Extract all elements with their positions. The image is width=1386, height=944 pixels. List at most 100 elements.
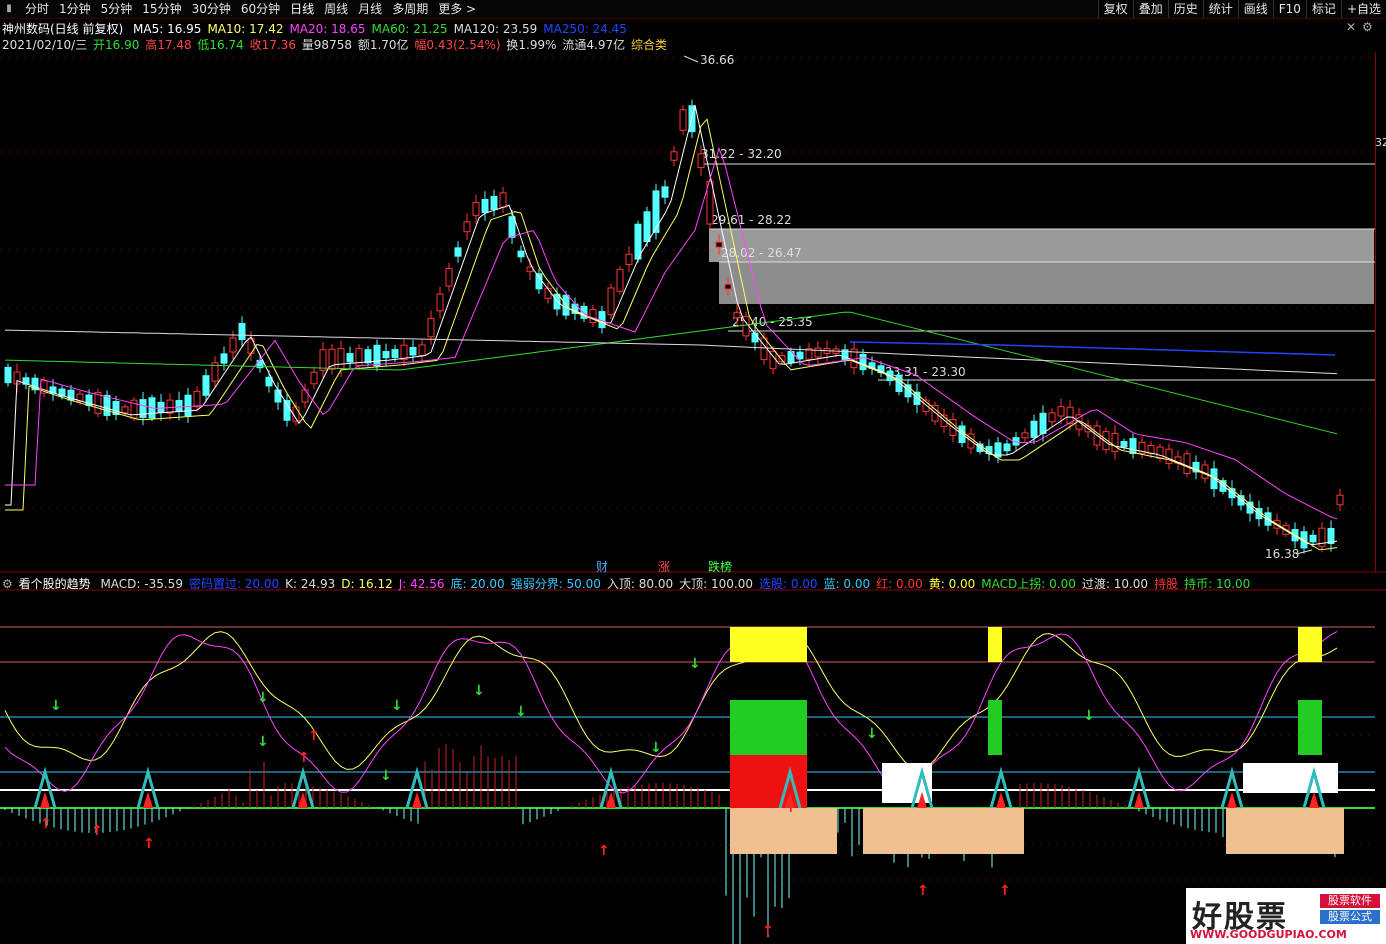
indicator-value: 红: 0.00 — [876, 577, 923, 591]
candle-body — [301, 389, 309, 403]
candle-body — [508, 216, 516, 238]
candle-body — [859, 353, 867, 371]
sell-arrow-icon: ↓ — [257, 734, 269, 750]
candle-body — [1048, 412, 1056, 423]
buy-arrow-icon: ↑ — [999, 883, 1011, 899]
candle-body — [337, 348, 345, 369]
sell-arrow-icon: ↓ — [380, 768, 392, 784]
candle-body — [1165, 448, 1173, 465]
candle-body — [454, 247, 462, 257]
candle-body — [472, 202, 480, 216]
candle-body — [1336, 494, 1344, 506]
hold-block — [1226, 808, 1344, 854]
indicator-settings-icon[interactable]: ⚙ — [2, 577, 13, 591]
candle-body — [607, 287, 615, 316]
logo-tag-formula: 股票公式 — [1320, 910, 1380, 924]
signal-green — [730, 700, 807, 755]
indicator-value: 密码置过: 20.00 — [188, 577, 280, 591]
buy-arrow-icon: ↑ — [785, 800, 797, 816]
indicator-value: 持币: 10.00 — [1184, 577, 1251, 591]
candle-body — [1111, 432, 1119, 452]
sell-arrow-icon: ↓ — [50, 698, 62, 714]
news-tag-rise[interactable]: 涨 — [658, 558, 670, 575]
candle-body — [220, 353, 228, 364]
indicator-value: 底: 20.00 — [450, 577, 505, 591]
candle-body — [274, 389, 282, 403]
news-tag-ranking[interactable]: 跌榜 — [708, 558, 732, 575]
candle-body — [1156, 446, 1164, 460]
indicator-value: J: 42.56 — [398, 577, 445, 591]
signal-yellow — [730, 627, 807, 662]
candle-body — [103, 394, 111, 416]
kline-chart[interactable]: 31.22 - 32.2029.61 - 28.2228.02 - 26.472… — [0, 0, 1386, 944]
signal-triangle-inner — [412, 792, 422, 808]
indicator-value: MACD: -35.59 — [100, 577, 183, 591]
candle-body — [157, 401, 165, 413]
buy-arrow-icon: ↑ — [298, 750, 310, 766]
candle-body — [616, 268, 624, 292]
candle-body — [184, 394, 192, 417]
candle-body — [121, 406, 129, 414]
candle-body — [1021, 432, 1029, 439]
sell-arrow-icon: ↓ — [257, 690, 269, 706]
candle-body — [697, 153, 705, 169]
logo-tag-software: 股票软件 — [1320, 894, 1380, 908]
signal-triangle-inner — [40, 792, 50, 808]
candle-body — [652, 190, 660, 233]
candle-body — [490, 196, 498, 210]
candle-body — [445, 267, 453, 287]
candle-body — [400, 344, 408, 361]
resistance-zone — [719, 262, 1374, 304]
candle-body — [643, 211, 651, 243]
news-tag-finance[interactable]: 财 — [596, 558, 608, 575]
indicator-value: K: 24.93 — [285, 577, 336, 591]
candle-body — [202, 375, 210, 396]
indicator-value: 过渡: 10.00 — [1081, 577, 1149, 591]
candle-body — [1057, 406, 1065, 417]
candle-body — [535, 273, 543, 290]
settings-icon[interactable]: ⚙ — [1362, 20, 1373, 34]
kdj-d-line — [4, 631, 1338, 771]
candle-body — [346, 353, 354, 363]
candle-body — [1183, 453, 1191, 474]
candle-body — [625, 253, 633, 265]
ma5-line — [5, 104, 1338, 546]
sell-arrow-icon: ↓ — [473, 683, 485, 699]
close-icon[interactable]: ✕ — [1346, 20, 1356, 34]
candle-body — [310, 371, 318, 385]
hold-block — [863, 808, 1024, 854]
candle-body — [1003, 443, 1011, 452]
candle-body — [481, 199, 489, 213]
indicator-title[interactable]: 看个股的趋势 — [19, 577, 91, 591]
indicator-value: 大顶: 100.00 — [679, 577, 753, 591]
buy-arrow-icon: ↑ — [762, 923, 774, 939]
candle-body — [589, 308, 597, 324]
candle-body — [517, 250, 525, 258]
candle-body — [427, 317, 435, 338]
signal-white — [1243, 763, 1338, 793]
sell-arrow-icon: ↓ — [650, 740, 662, 756]
signal-triangle-inner — [1134, 792, 1144, 808]
indicator-value: 选股: 0.00 — [758, 577, 818, 591]
sell-arrow-icon: ↓ — [515, 704, 527, 720]
sell-arrow-icon: ↓ — [866, 726, 878, 742]
candle-body — [382, 351, 390, 359]
candle-body — [436, 293, 444, 312]
candle-body — [1039, 412, 1047, 434]
candle-body — [319, 349, 327, 371]
signal-triangle-inner — [1227, 792, 1237, 808]
indicator-value: D: 16.12 — [341, 577, 393, 591]
ma120-line — [4, 329, 1338, 375]
high-label: 36.66 — [700, 53, 734, 67]
buy-arrow-icon: ↑ — [598, 843, 610, 859]
indicator-value: 强弱分界: 50.00 — [510, 577, 601, 591]
signal-yellow — [988, 627, 1002, 662]
candle-body — [895, 374, 903, 392]
watermark-logo: 好股票 股票软件 股票公式 WWW.GOODGUPIAO.COM — [1186, 888, 1386, 944]
candle-body — [679, 109, 687, 131]
candle-body — [661, 186, 669, 198]
candle-body — [733, 311, 741, 319]
indicator-value: 持股 — [1154, 577, 1179, 591]
candle-body — [499, 192, 507, 208]
high-pointer — [683, 55, 699, 63]
